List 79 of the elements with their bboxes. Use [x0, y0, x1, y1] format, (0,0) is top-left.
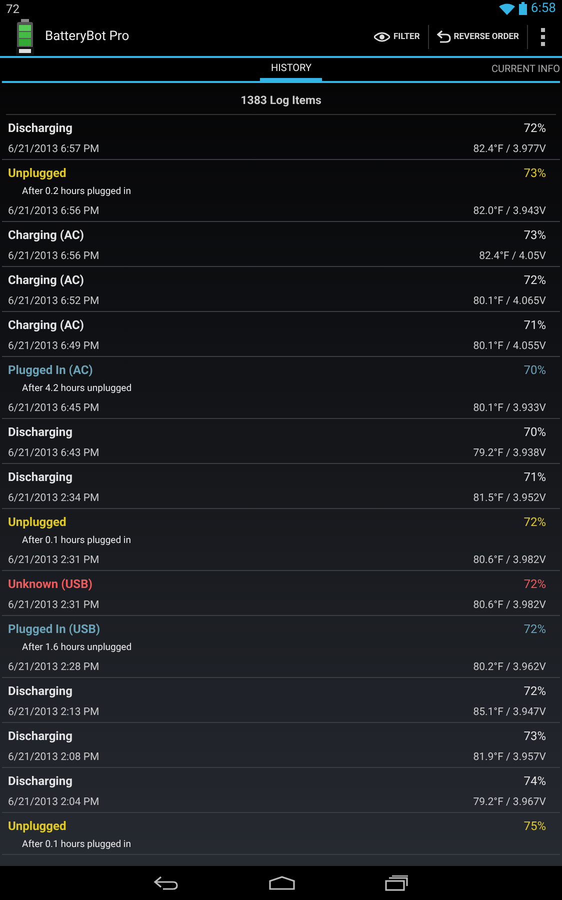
log-status: Discharging	[8, 774, 72, 788]
temperature-voltage: 80.1°F / 4.065V	[473, 294, 546, 307]
log-status: Charging (AC)	[8, 228, 84, 242]
temperature-voltage: 81.9°F / 3.957V	[473, 750, 546, 763]
log-date: 6/21/2013 6:52 PM	[8, 294, 100, 307]
log-date: 6/21/2013 6:45 PM	[8, 401, 100, 414]
log-date: 6/21/2013 2:31 PM	[8, 598, 100, 611]
temperature-voltage: 80.6°F / 3.982V	[473, 553, 546, 566]
clock: 6:58	[530, 1, 556, 16]
log-date: 6/21/2013 2:04 PM	[8, 795, 100, 808]
temperature-voltage: 85.1°F / 3.947V	[473, 705, 546, 718]
log-date: 6/21/2013 2:31 PM	[8, 553, 100, 566]
battery-percent: 72%	[524, 577, 546, 591]
temperature-voltage: 82.0°F / 3.943V	[473, 204, 546, 217]
log-date: 6/21/2013 2:08 PM	[8, 750, 100, 763]
log-date: 6/21/2013 2:28 PM	[8, 660, 100, 673]
battery-percent: 71%	[524, 470, 546, 484]
log-status: Discharging	[8, 729, 72, 743]
log-status: Charging (AC)	[8, 318, 84, 332]
log-count: 1383 Log Items	[6, 83, 556, 115]
wifi-icon	[498, 2, 515, 14]
temperature-voltage: 80.6°F / 3.982V	[473, 598, 546, 611]
notification-count: 72	[6, 2, 20, 16]
log-status: Charging (AC)	[8, 273, 84, 287]
log-status: Plugged In (AC)	[8, 363, 93, 377]
log-status: Unplugged	[8, 166, 66, 180]
log-note: After 0.1 hours plugged in	[21, 534, 132, 546]
log-date: 6/21/2013 2:13 PM	[8, 705, 100, 718]
battery-percent: 72%	[524, 273, 546, 287]
battery-icon	[518, 2, 527, 15]
log-status: Unplugged	[8, 819, 66, 833]
back-icon[interactable]	[153, 876, 179, 890]
battery-percent: 70%	[524, 425, 546, 439]
recent-apps-icon[interactable]	[385, 875, 409, 891]
log-note: After 0.2 hours plugged in	[21, 185, 132, 197]
overflow-menu-icon[interactable]	[540, 28, 546, 46]
temperature-voltage: 79.2°F / 3.967V	[473, 795, 546, 808]
tab[interactable]: CURRENT INFO	[487, 58, 560, 81]
battery-logo-icon	[16, 18, 34, 54]
battery-percent: 72%	[524, 515, 546, 529]
home-icon[interactable]	[269, 876, 295, 890]
log-date: 6/21/2013 2:34 PM	[8, 491, 100, 504]
temperature-voltage: 82.4°F / 4.05V	[479, 249, 546, 262]
log-date: 6/21/2013 6:57 PM	[8, 142, 100, 155]
temperature-voltage: 80.1°F / 3.933V	[473, 401, 546, 414]
battery-percent: 73%	[524, 228, 546, 242]
log-note: After 0.1 hours plugged in	[21, 838, 132, 850]
log-date: 6/21/2013 6:49 PM	[8, 339, 100, 352]
log-status: Plugged In (USB)	[8, 622, 100, 636]
log-date: 6/21/2013 6:56 PM	[8, 204, 100, 217]
log-status: Discharging	[8, 425, 72, 439]
battery-percent: 72%	[524, 121, 546, 135]
temperature-voltage: 81.5°F / 3.952V	[473, 491, 546, 504]
action-button[interactable]: REVERSE ORDER	[428, 24, 528, 48]
battery-percent: 71%	[524, 318, 546, 332]
log-note: After 1.6 hours unplugged	[21, 641, 133, 653]
temperature-voltage: 80.1°F / 4.055V	[473, 339, 546, 352]
app-title: BatteryBot Pro	[45, 29, 130, 44]
log-note: After 4.2 hours unplugged	[21, 382, 133, 394]
log-date: 6/21/2013 6:43 PM	[8, 446, 100, 459]
log-status: Discharging	[8, 470, 72, 484]
undo-icon	[436, 30, 451, 43]
battery-percent: 74%	[524, 774, 546, 788]
log-status: Unplugged	[8, 515, 66, 529]
log-date: 6/21/2013 6:56 PM	[8, 249, 100, 262]
battery-percent: 73%	[524, 729, 546, 743]
temperature-voltage: 82.4°F / 3.977V	[473, 142, 546, 155]
log-status: Discharging	[8, 121, 72, 135]
battery-percent: 72%	[524, 684, 546, 698]
battery-percent: 70%	[524, 363, 546, 377]
temperature-voltage: 80.2°F / 3.962V	[473, 660, 546, 673]
temperature-voltage: 79.2°F / 3.938V	[473, 446, 546, 459]
battery-percent: 73%	[524, 166, 546, 180]
eye-icon	[374, 32, 390, 42]
log-status: Unknown (USB)	[8, 577, 92, 591]
battery-percent: 75%	[524, 819, 546, 833]
log-status: Discharging	[8, 684, 72, 698]
action-button[interactable]: FILTER	[366, 24, 429, 48]
battery-percent: 72%	[524, 622, 546, 636]
